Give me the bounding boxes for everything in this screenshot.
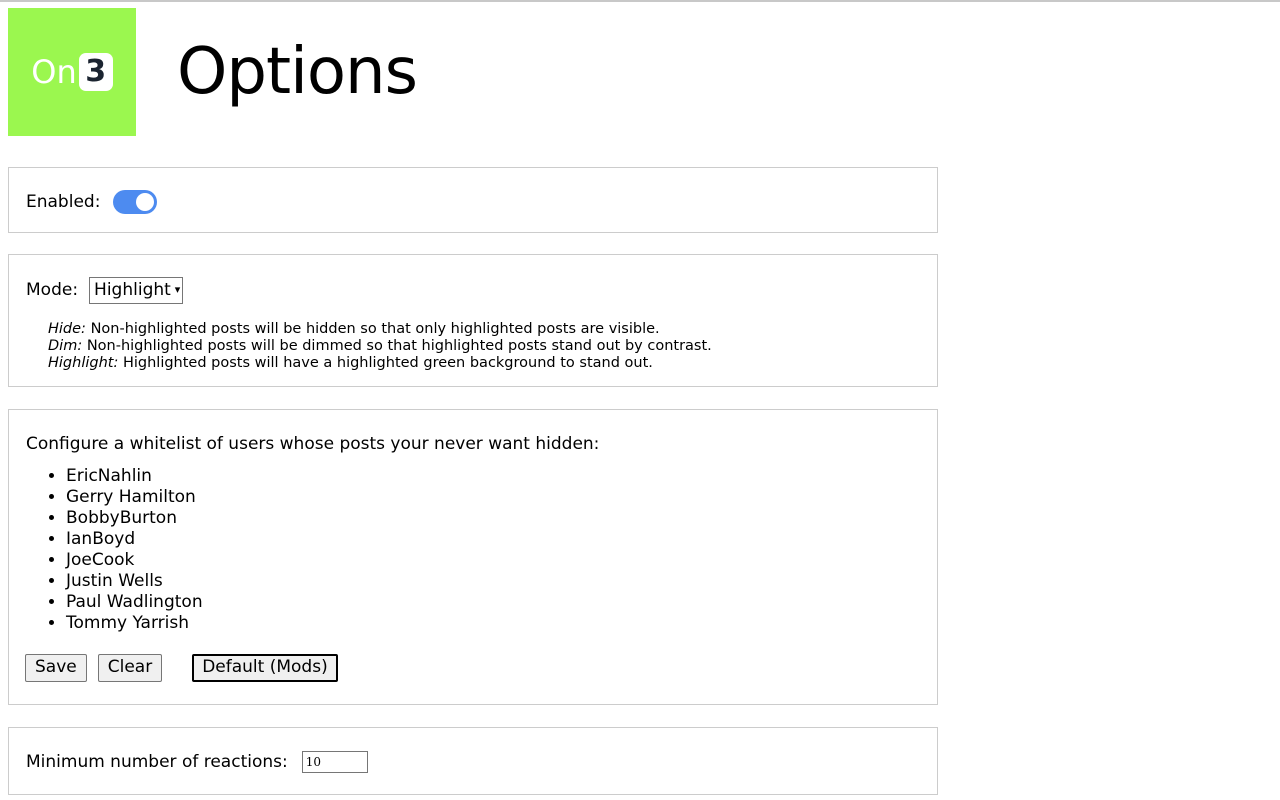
mode-description-dim: Dim: Non-highlighted posts will be dimme…	[48, 338, 937, 355]
logo-on-label: On	[31, 53, 77, 91]
mode-term-highlight: Highlight:	[48, 355, 119, 371]
whitelist-panel: Configure a whitelist of users whose pos…	[8, 409, 938, 705]
logo-on-text: On	[31, 56, 76, 88]
enabled-toggle[interactable]	[113, 190, 158, 214]
browser-chrome-edge	[0, 0, 1280, 2]
reactions-label: Minimum number of reactions:	[26, 751, 288, 772]
mode-description-hide: Hide: Non-highlighted posts will be hidd…	[48, 321, 937, 338]
list-item[interactable]: Tommy Yarrish	[66, 613, 937, 634]
minimum-reactions-input[interactable]	[301, 751, 368, 773]
list-item[interactable]: Justin Wells	[66, 571, 937, 592]
list-item[interactable]: JoeCook	[66, 550, 937, 571]
mode-text-hide: Non-highlighted posts will be hidden so …	[90, 321, 660, 337]
chevron-down-icon: ▾	[174, 283, 181, 296]
mode-select-value: Highlight	[94, 280, 171, 300]
default-mods-button[interactable]: Default (Mods)	[192, 654, 338, 682]
on3-logo: On 3	[8, 8, 136, 136]
enabled-row: Enabled:	[26, 190, 937, 214]
reactions-row: Minimum number of reactions:	[26, 751, 937, 773]
list-item[interactable]: Paul Wadlington	[66, 592, 937, 613]
page-header: On 3 Options	[8, 8, 418, 136]
save-button[interactable]: Save	[25, 654, 87, 682]
whitelist-user-list: EricNahlin Gerry Hamilton BobbyBurton Ia…	[9, 466, 937, 634]
mode-label: Mode:	[26, 280, 79, 300]
mode-row: Mode: Highlight ▾	[26, 277, 937, 304]
mode-term-dim: Dim:	[48, 338, 83, 354]
page-title: Options	[177, 35, 418, 109]
reactions-panel: Minimum number of reactions:	[8, 727, 938, 795]
list-item[interactable]: BobbyBurton	[66, 508, 937, 529]
mode-description-highlight: Highlight: Highlighted posts will have a…	[48, 355, 937, 372]
mode-panel: Mode: Highlight ▾ Hide: Non-highlighted …	[8, 254, 938, 387]
toggle-knob	[136, 193, 155, 211]
logo-inner: On 3	[8, 53, 136, 91]
mode-text-dim: Non-highlighted posts will be dimmed so …	[86, 338, 712, 354]
whitelist-heading: Configure a whitelist of users whose pos…	[26, 434, 600, 454]
mode-term-hide: Hide:	[48, 321, 86, 337]
list-item[interactable]: Gerry Hamilton	[66, 487, 937, 508]
logo-three-badge: 3	[78, 53, 113, 91]
mode-descriptions: Hide: Non-highlighted posts will be hidd…	[48, 321, 937, 372]
enabled-panel: Enabled:	[8, 167, 938, 233]
mode-text-highlight: Highlighted posts will have a highlighte…	[122, 355, 653, 371]
clear-button[interactable]: Clear	[97, 654, 163, 682]
enabled-label: Enabled:	[26, 191, 101, 212]
list-item[interactable]: EricNahlin	[66, 466, 937, 487]
whitelist-button-row: Save Clear Default (Mods)	[25, 654, 937, 682]
mode-select[interactable]: Highlight ▾	[89, 277, 184, 304]
list-item[interactable]: IanBoyd	[66, 529, 937, 550]
